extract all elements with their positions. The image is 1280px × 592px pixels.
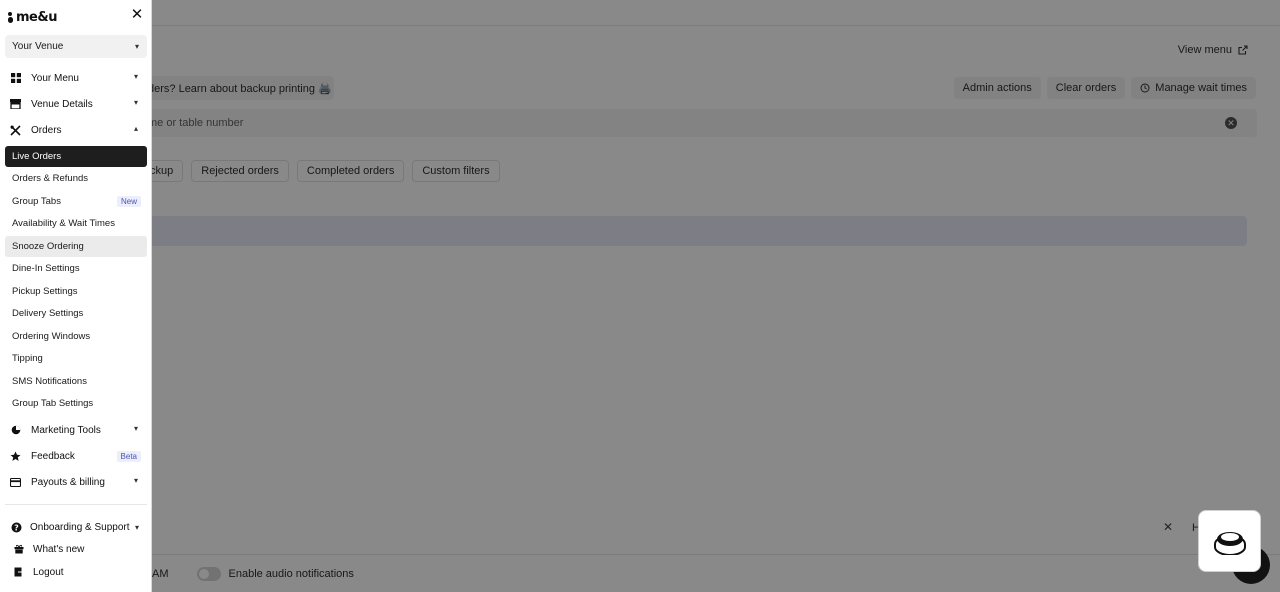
brand-logo: me&u [8,10,57,25]
item-label: Group Tabs [12,196,61,207]
sidebar-item-availability[interactable]: Availability & Wait Times [5,213,147,234]
sidebar-whats-new[interactable]: What's new [13,540,148,558]
section-label: Venue Details [31,98,93,110]
chevron-down-icon: ▾ [133,424,138,433]
chevron-down-icon: ▾ [133,98,138,107]
venue-name: Your Venue [12,41,64,52]
new-badge: New [116,196,141,207]
sidebar-section-feedback[interactable]: Feedback Beta [5,446,147,466]
store-icon [10,99,21,110]
pie-chart-icon [10,425,21,436]
chevron-down-icon: ▾ [133,72,138,81]
brand-name: me&u [16,10,57,25]
close-icon[interactable]: ✕ [130,7,144,23]
section-label: Payouts & billing [31,476,105,488]
logout-label: Logout [33,566,64,578]
sidebar-item-ordering-windows[interactable]: Ordering Windows [5,326,147,347]
sidebar-item-sms[interactable]: SMS Notifications [5,371,147,392]
sidebar-item-group-tab-settings[interactable]: Group Tab Settings [5,393,147,414]
chat-icon [1213,532,1246,555]
gift-icon [13,543,25,555]
support-label: Onboarding & Support [30,521,130,533]
logout-icon [13,566,25,578]
venue-selector[interactable]: Your Venue ▾ [5,35,147,58]
star-icon [10,451,21,462]
utensils-icon [10,124,21,136]
sidebar-item-snooze-ordering[interactable]: Snooze Ordering [5,236,147,257]
sidebar-logout[interactable]: Logout [13,563,148,581]
whats-new-label: What's new [33,543,85,555]
sidebar-item-group-tabs[interactable]: Group Tabs New [5,191,147,212]
chevron-up-icon: ▴ [133,124,138,133]
sidebar: me&u ✕ Your Venue ▾ Your Menu ▾ Venue De… [0,0,152,592]
section-label: Feedback [31,450,75,462]
chevron-down-icon: ▾ [134,42,139,51]
section-label: Marketing Tools [31,424,101,436]
sidebar-item-pickup[interactable]: Pickup Settings [5,281,147,302]
sidebar-section-orders[interactable]: Orders ▴ [5,120,147,140]
divider [5,504,147,505]
sidebar-section-your-menu[interactable]: Your Menu ▾ [5,68,147,88]
grid-icon [10,73,21,84]
beta-badge: Beta [116,451,141,462]
sidebar-onboarding-support[interactable]: ? Onboarding & Support ▾ [10,518,145,536]
sidebar-item-live-orders[interactable]: Live Orders [5,146,147,167]
brand-mark-icon [8,12,13,23]
sidebar-item-tipping[interactable]: Tipping [5,348,147,369]
sidebar-item-delivery[interactable]: Delivery Settings [5,303,147,324]
sidebar-item-dine-in[interactable]: Dine-In Settings [5,258,147,279]
section-label: Orders [31,124,62,136]
sidebar-section-marketing[interactable]: Marketing Tools ▾ [5,420,147,440]
svg-text:?: ? [14,523,19,532]
chat-widget[interactable] [1198,510,1261,572]
chevron-down-icon: ▾ [134,522,139,532]
section-label: Your Menu [31,72,79,84]
help-circle-icon: ? [10,521,22,533]
modal-overlay[interactable] [0,0,1280,592]
sidebar-item-orders-refunds[interactable]: Orders & Refunds [5,168,147,189]
card-icon [10,477,21,488]
sidebar-section-venue-details[interactable]: Venue Details ▾ [5,94,147,114]
sidebar-section-payouts[interactable]: Payouts & billing ▾ [5,472,147,492]
chevron-down-icon: ▾ [133,476,138,485]
